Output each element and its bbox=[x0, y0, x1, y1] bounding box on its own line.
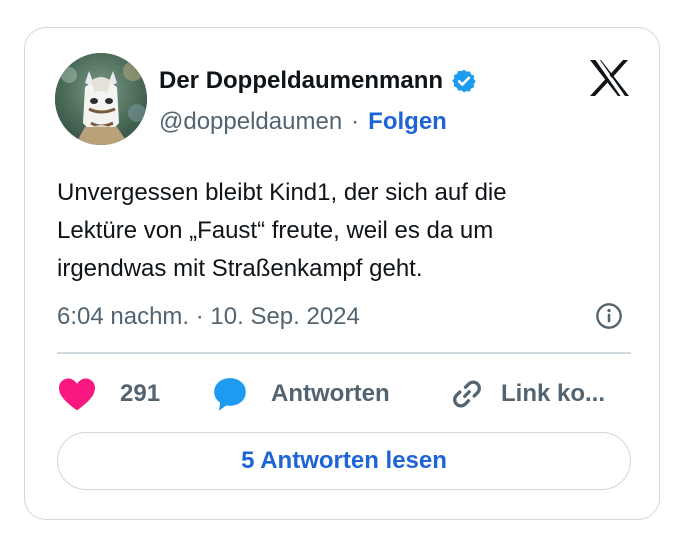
tweet-text-line: Unvergessen bleibt Kind1, der sich auf d… bbox=[57, 179, 507, 206]
divider bbox=[57, 352, 631, 354]
reply-label: Antworten bbox=[271, 380, 390, 407]
speech-bubble-icon bbox=[214, 378, 246, 411]
reply-button[interactable]: Antworten bbox=[211, 374, 390, 414]
link-icon bbox=[453, 380, 481, 408]
tweet-card: Der Doppeldaumenmann @doppeldaumen · Fol… bbox=[24, 27, 660, 520]
tweet-text-line: irgendwas mit Straßenkampf geht. bbox=[57, 255, 423, 282]
read-replies-button[interactable]: 5 Antworten lesen bbox=[57, 432, 631, 490]
heart-icon bbox=[59, 378, 95, 411]
tweet-text: Unvergessen bleibt Kind1, der sich auf d… bbox=[57, 174, 627, 288]
avatar-image bbox=[55, 53, 147, 145]
like-button[interactable]: 291 bbox=[57, 374, 160, 414]
follow-button[interactable]: Folgen bbox=[368, 108, 447, 136]
author-handle[interactable]: @doppeldaumen bbox=[159, 108, 342, 136]
like-count: 291 bbox=[120, 380, 161, 407]
tweet-timestamp[interactable]: 6:04 nachm. · 10. Sep. 2024 bbox=[57, 303, 360, 331]
copy-link-button[interactable]: Link ko... bbox=[449, 374, 605, 414]
tweet-text-line: Lektüre von „Faust“ freute, weil es da u… bbox=[57, 217, 494, 244]
avatar[interactable] bbox=[55, 53, 147, 145]
author-name-row: Der Doppeldaumenmann bbox=[159, 64, 477, 98]
info-icon[interactable] bbox=[595, 302, 623, 330]
separator-dot: · bbox=[351, 108, 360, 135]
x-logo-icon[interactable] bbox=[587, 58, 631, 98]
display-name[interactable]: Der Doppeldaumenmann bbox=[159, 67, 443, 95]
action-bar: 291 Antworten Link ko... bbox=[57, 374, 631, 414]
copy-link-label: Link ko... bbox=[501, 380, 606, 407]
author-handle-row: @doppeldaumen · Folgen bbox=[159, 106, 447, 138]
verified-badge-icon bbox=[451, 68, 477, 94]
